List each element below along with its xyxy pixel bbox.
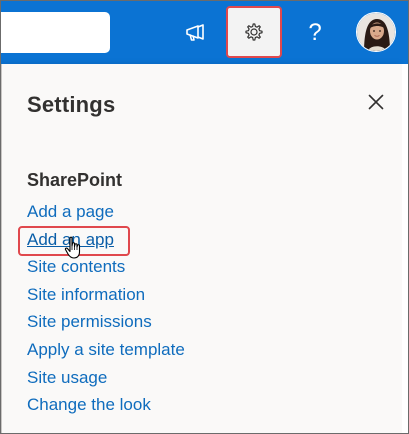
- link-apply-site-template[interactable]: Apply a site template: [27, 339, 185, 367]
- link-site-usage[interactable]: Site usage: [27, 367, 185, 395]
- user-avatar: [357, 13, 395, 51]
- megaphone-icon: [186, 23, 204, 41]
- close-button[interactable]: [362, 88, 390, 116]
- link-site-permissions[interactable]: Site permissions: [27, 311, 185, 339]
- link-site-contents[interactable]: Site contents: [27, 256, 185, 284]
- announcements-button[interactable]: [170, 1, 222, 64]
- page-background-edge: [402, 64, 408, 433]
- settings-panel: Settings SharePoint Add a page Add an ap…: [1, 64, 403, 433]
- link-site-information[interactable]: Site information: [27, 284, 185, 312]
- panel-title: Settings: [27, 92, 116, 117]
- gear-icon: [245, 23, 263, 41]
- link-change-the-look[interactable]: Change the look: [27, 394, 185, 422]
- suite-bar: ?: [1, 1, 408, 64]
- question-mark-icon: ?: [308, 18, 322, 46]
- section-title-sharepoint: SharePoint: [27, 170, 123, 190]
- link-add-page[interactable]: Add a page: [27, 201, 185, 229]
- settings-button[interactable]: [226, 6, 282, 58]
- help-button[interactable]: ?: [289, 1, 341, 64]
- app-window: ? Settings SharePoint Add a page Add app…: [0, 0, 409, 434]
- search-input[interactable]: [1, 12, 110, 53]
- avatar[interactable]: [356, 12, 396, 52]
- hand-pointer-icon: [64, 236, 81, 259]
- close-icon: [368, 94, 384, 110]
